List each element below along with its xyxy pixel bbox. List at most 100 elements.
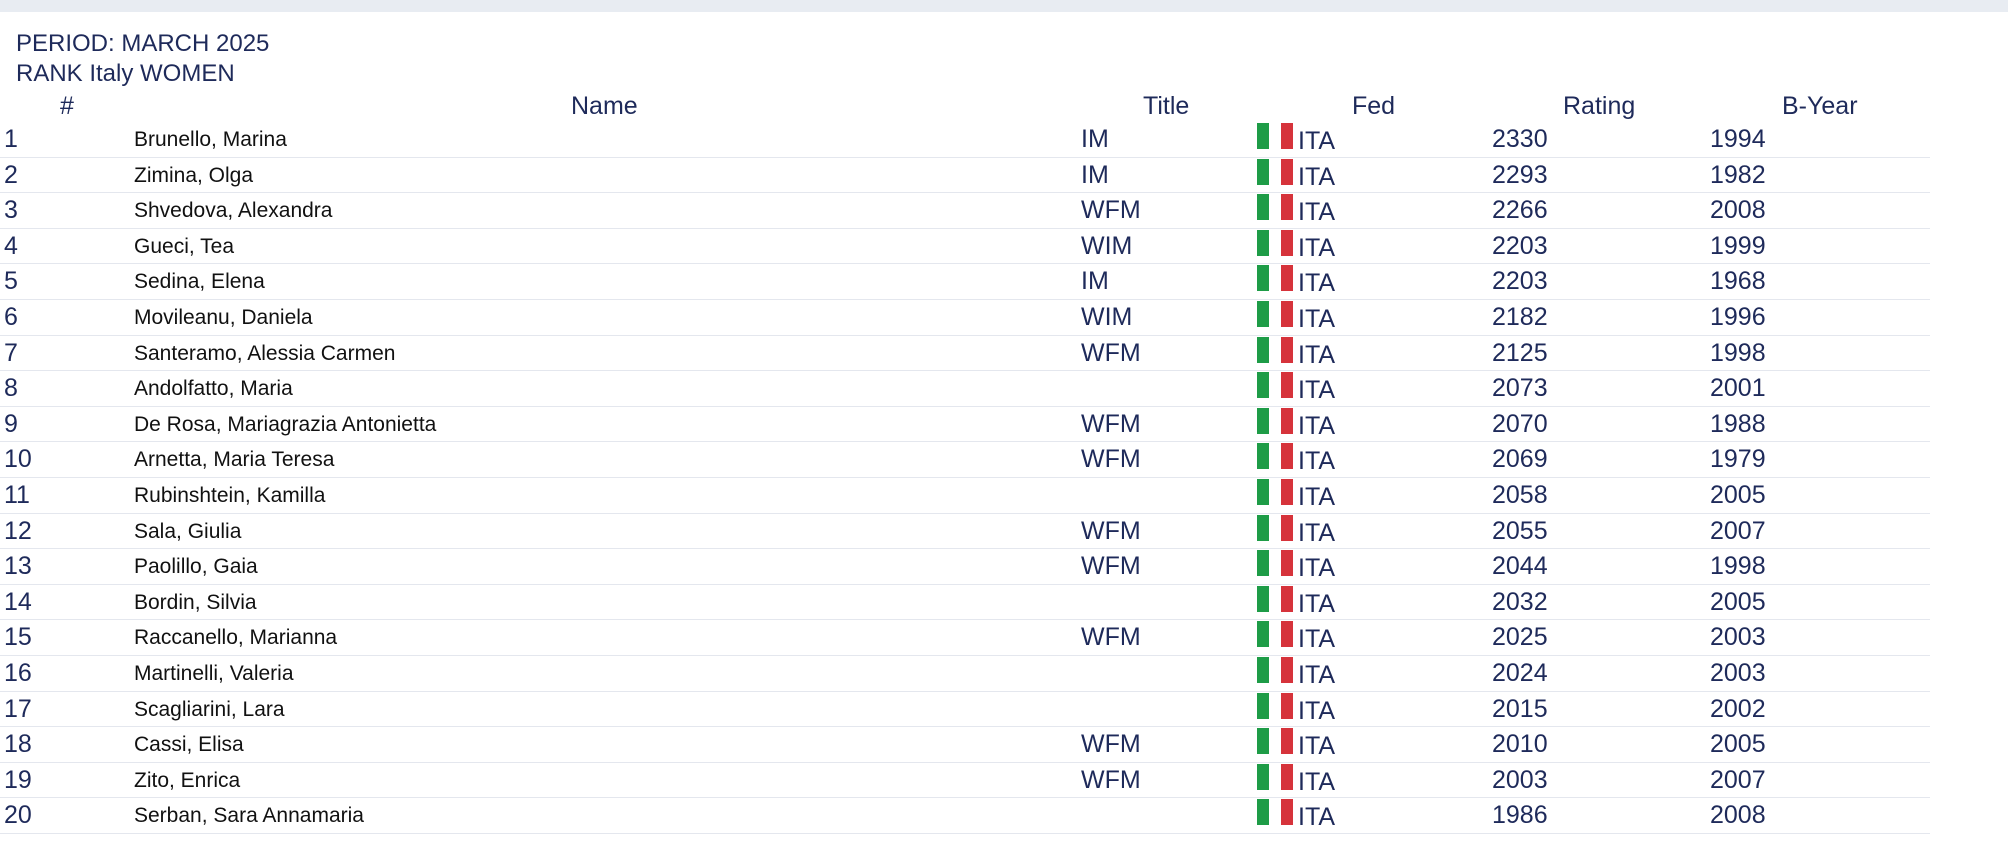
italy-flag-icon (1257, 550, 1293, 577)
player-name-link[interactable]: Paolillo, Gaia (134, 555, 258, 579)
player-title: IM (1081, 160, 1109, 189)
italy-flag-icon (1257, 158, 1293, 185)
player-name-link[interactable]: Rubinshtein, Kamilla (134, 484, 325, 508)
player-rating: 2070 (1492, 409, 1548, 438)
birth-year: 2005 (1710, 730, 1766, 759)
player-name-link[interactable]: Raccanello, Marianna (134, 626, 337, 650)
birth-year: 1994 (1710, 125, 1766, 153)
player-name-link[interactable]: Scagliarini, Lara (134, 698, 285, 722)
player-rating: 2055 (1492, 516, 1548, 545)
table-row: 19 Zito, Enrica WFM ITA 2003 2007 (0, 763, 1930, 799)
birth-year: 1979 (1710, 445, 1766, 474)
player-title: WFM (1081, 338, 1141, 367)
player-name-link[interactable]: De Rosa, Mariagrazia Antonietta (134, 413, 436, 437)
federation-code: ITA (1298, 518, 1336, 547)
player-name-link[interactable]: Bordin, Silvia (134, 591, 257, 615)
rank-label: RANK Italy WOMEN (16, 60, 235, 87)
ranking-table-body: 1 Brunello, Marina IM ITA 2330 1994 2 Zimina, O… (0, 122, 1930, 834)
rank-number: 3 (4, 196, 18, 225)
player-rating: 2203 (1492, 231, 1548, 260)
column-header-title[interactable]: Title (1143, 92, 1189, 121)
player-title: WFM (1081, 765, 1141, 794)
player-title: IM (1081, 125, 1109, 153)
player-name-link[interactable]: Santeramo, Alessia Carmen (134, 342, 395, 366)
italy-flag-icon (1257, 265, 1293, 292)
rank-number: 17 (4, 694, 32, 723)
birth-year: 1988 (1710, 409, 1766, 438)
federation-code: ITA (1298, 269, 1336, 298)
player-name-link[interactable]: Martinelli, Valeria (134, 662, 294, 686)
player-name-link[interactable]: Brunello, Marina (134, 128, 287, 152)
column-header-byear[interactable]: B-Year (1782, 92, 1858, 121)
player-rating: 2032 (1492, 587, 1548, 616)
birth-year: 2005 (1710, 480, 1766, 509)
table-row: 11 Rubinshtein, Kamilla ITA 2058 2005 (0, 478, 1930, 514)
table-row: 14 Bordin, Silvia ITA 2032 2005 (0, 585, 1930, 621)
ranking-page: PERIOD: MARCH 2025 RANK Italy WOMEN # Na… (0, 0, 2008, 842)
birth-year: 2001 (1710, 374, 1766, 403)
player-name-link[interactable]: Sala, Giulia (134, 520, 241, 544)
italy-flag-icon (1257, 763, 1293, 790)
column-header-rating[interactable]: Rating (1563, 92, 1635, 121)
federation-code: ITA (1298, 376, 1336, 405)
table-row: 4 Gueci, Tea WIM ITA 2203 1999 (0, 229, 1930, 265)
table-row: 8 Andolfatto, Maria ITA 2073 2001 (0, 371, 1930, 407)
player-title: WFM (1081, 445, 1141, 474)
rank-number: 13 (4, 552, 32, 581)
player-rating: 2015 (1492, 694, 1548, 723)
player-title: WFM (1081, 409, 1141, 438)
rank-number: 8 (4, 374, 18, 403)
table-row: 7 Santeramo, Alessia Carmen WFM ITA 2125 1998 (0, 336, 1930, 372)
table-row: 3 Shvedova, Alexandra WFM ITA 2266 2008 (0, 193, 1930, 229)
table-row: 12 Sala, Giulia WFM ITA 2055 2007 (0, 514, 1930, 550)
federation-code: ITA (1298, 127, 1336, 155)
rank-number: 15 (4, 623, 32, 652)
rank-number: 11 (4, 480, 30, 509)
italy-flag-icon (1257, 621, 1293, 648)
player-name-link[interactable]: Zimina, Olga (134, 164, 253, 188)
rank-number: 18 (4, 730, 32, 759)
player-name-link[interactable]: Zito, Enrica (134, 769, 240, 793)
federation-code: ITA (1298, 198, 1336, 227)
table-row: 9 De Rosa, Mariagrazia Antonietta WFM ITA 20… (0, 407, 1930, 443)
italy-flag-icon (1257, 229, 1293, 256)
player-name-link[interactable]: Cassi, Elisa (134, 733, 244, 757)
federation-code: ITA (1298, 340, 1336, 369)
period-label: PERIOD: MARCH 2025 (16, 30, 270, 57)
federation-code: ITA (1298, 696, 1336, 725)
rank-number: 6 (4, 302, 18, 331)
rank-number: 10 (4, 445, 32, 474)
italy-flag-icon (1257, 692, 1293, 719)
player-title: WIM (1081, 231, 1133, 260)
table-row: 2 Zimina, Olga IM ITA 2293 1982 (0, 158, 1930, 194)
column-header-fed[interactable]: Fed (1352, 92, 1395, 121)
birth-year: 2003 (1710, 658, 1766, 687)
italy-flag-icon (1257, 728, 1293, 755)
federation-code: ITA (1298, 482, 1336, 511)
player-name-link[interactable]: Sedina, Elena (134, 270, 265, 294)
birth-year: 2007 (1710, 765, 1766, 794)
player-name-link[interactable]: Gueci, Tea (134, 235, 234, 259)
player-name-link[interactable]: Arnetta, Maria Teresa (134, 448, 334, 472)
federation-code: ITA (1298, 767, 1336, 796)
table-row: 6 Movileanu, Daniela WIM ITA 2182 1996 (0, 300, 1930, 336)
column-header-name[interactable]: Name (571, 92, 638, 121)
italy-flag-icon (1257, 514, 1293, 541)
column-header-num[interactable]: # (60, 92, 74, 121)
player-rating: 2010 (1492, 730, 1548, 759)
birth-year: 2005 (1710, 587, 1766, 616)
player-rating: 2025 (1492, 623, 1548, 652)
birth-year: 1996 (1710, 302, 1766, 331)
player-title: WIM (1081, 302, 1133, 331)
player-name-link[interactable]: Movileanu, Daniela (134, 306, 313, 330)
player-name-link[interactable]: Andolfatto, Maria (134, 377, 293, 401)
federation-code: ITA (1298, 803, 1336, 832)
italy-flag-icon (1257, 656, 1293, 683)
rank-number: 9 (4, 409, 18, 438)
birth-year: 2002 (1710, 694, 1766, 723)
player-name-link[interactable]: Shvedova, Alexandra (134, 199, 332, 223)
rank-number: 2 (4, 160, 18, 189)
rank-number: 14 (4, 587, 32, 616)
player-name-link[interactable]: Serban, Sara Annamaria (134, 804, 364, 828)
player-rating: 2203 (1492, 267, 1548, 296)
